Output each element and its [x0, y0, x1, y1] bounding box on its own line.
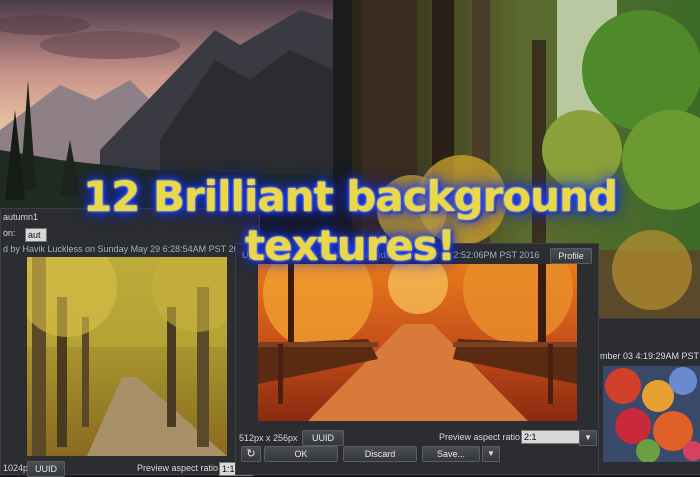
aspect-ratio-dropdown[interactable]: ▼ [579, 430, 597, 446]
center-preview-aspect-label: Preview aspect ratio [439, 432, 521, 442]
center-uuid-button[interactable]: UUID [302, 430, 344, 446]
discard-button[interactable]: Discard [343, 446, 417, 462]
save-button[interactable]: Save... [422, 446, 480, 462]
promo-headline: 12 Brilliant background textures! [82, 172, 618, 270]
autumn-leaves-texture-image [603, 366, 700, 462]
size-label: 1024p [3, 463, 29, 473]
uuid-button[interactable]: UUID [27, 461, 65, 477]
preview-aspect-label: Preview aspect ratio [137, 463, 219, 473]
texture-size-label: 512px x 256px [239, 433, 298, 443]
refresh-button[interactable]: ↻ [241, 446, 261, 462]
center-aspect-ratio-field[interactable]: 2:1 [521, 430, 580, 444]
chevron-down-icon: ▼ [584, 433, 592, 442]
right-uploaded-info: mber 03 4:19:29AM PST 20 [600, 351, 700, 361]
chevron-down-icon: ▼ [487, 449, 495, 458]
autumn-bridge-texture-image [258, 264, 577, 421]
tree-alley-texture-image [27, 257, 227, 456]
save-dropdown[interactable]: ▼ [482, 446, 500, 462]
ok-button[interactable]: OK [264, 446, 338, 462]
refresh-icon: ↻ [246, 448, 256, 460]
